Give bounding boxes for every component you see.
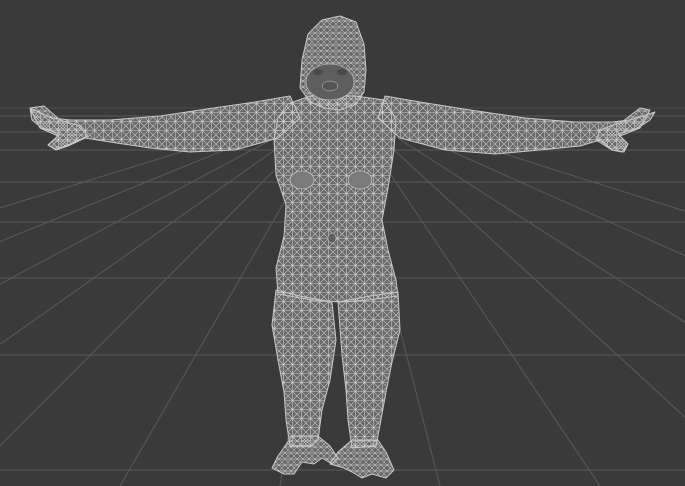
left-eye bbox=[313, 69, 323, 75]
3d-viewport[interactable] bbox=[0, 0, 685, 486]
right-pectoral bbox=[347, 170, 373, 190]
left-pectoral bbox=[289, 170, 315, 190]
navel bbox=[327, 232, 337, 244]
torso bbox=[273, 95, 399, 303]
nose bbox=[321, 80, 339, 92]
right-eye bbox=[337, 69, 347, 75]
viewport-canvas[interactable] bbox=[0, 0, 685, 486]
